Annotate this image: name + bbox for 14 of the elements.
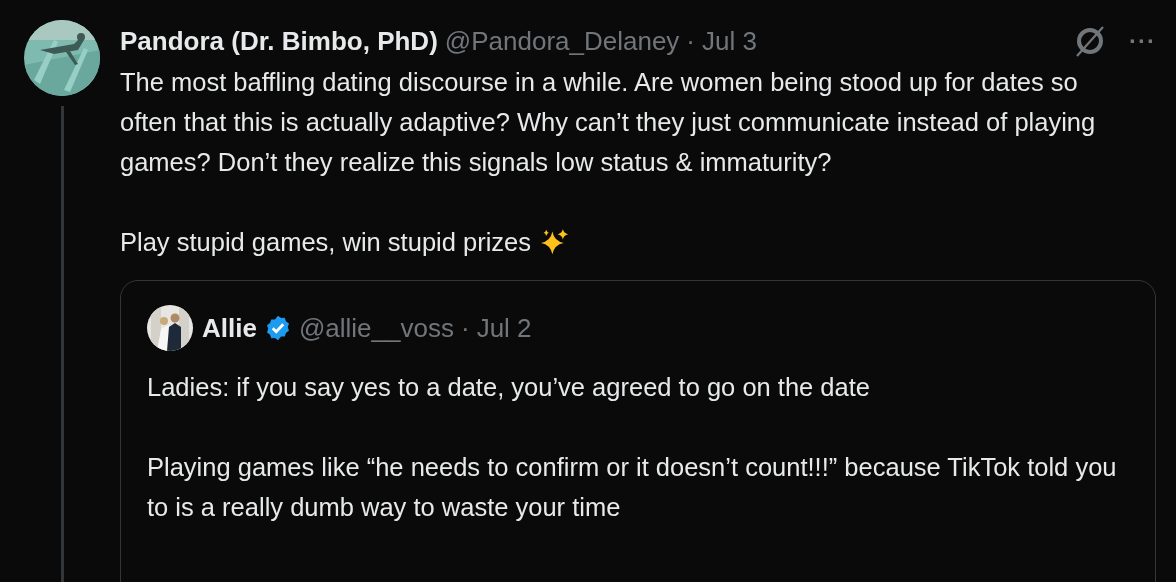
display-name[interactable]: Pandora (Dr. Bimbo, PhD) — [120, 25, 438, 57]
more-button[interactable]: ··· — [1129, 27, 1156, 55]
separator-dot: · — [460, 312, 470, 344]
display-name[interactable]: Allie — [202, 312, 257, 344]
post-text: Play stupid games, win stupid prizes — [120, 227, 532, 258]
post-text: The most baffling dating discourse in a while. Are women being stood up for dates so often that this is actually adaptive? Why can’t they just communicate instead of playing games? Don’t they realize this signals low status & immaturity? — [120, 68, 1096, 176]
sparkles-icon — [541, 228, 570, 256]
post-text: Ladies: if you say yes to a date, you’ve agreed to go on the date — [147, 372, 871, 403]
user-handle[interactable]: @Pandora_Delaney — [444, 25, 680, 57]
post-date[interactable]: Jul 2 — [476, 312, 532, 344]
post-text: Playing games like “he needs to confirm or it doesn’t count!!!” because TikTok told you to is a really dumb way to waste your time — [147, 452, 1118, 523]
user-handle[interactable]: @allie__voss — [298, 312, 454, 344]
post-date[interactable]: Jul 3 — [702, 25, 757, 57]
separator-dot: · — [686, 25, 696, 57]
